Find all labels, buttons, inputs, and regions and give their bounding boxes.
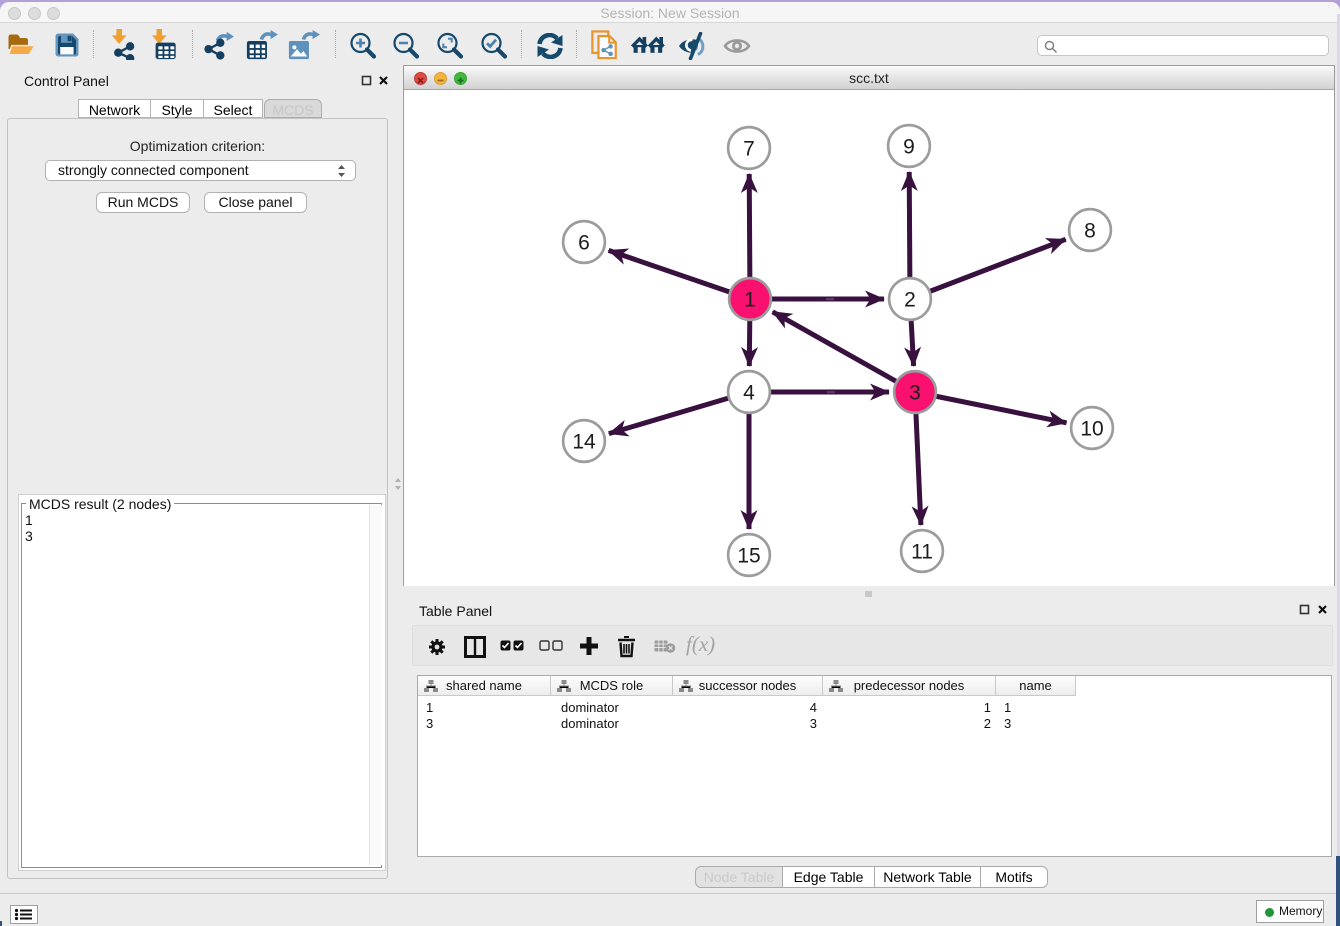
svg-text:3: 3 bbox=[909, 382, 921, 405]
svg-text:15: 15 bbox=[737, 545, 760, 568]
svg-text:6: 6 bbox=[578, 232, 590, 255]
svg-text:2: 2 bbox=[904, 289, 916, 312]
svg-text:1: 1 bbox=[744, 289, 756, 312]
svg-text:11: 11 bbox=[911, 541, 933, 564]
svg-text:4: 4 bbox=[743, 382, 755, 405]
svg-text:14: 14 bbox=[572, 431, 596, 454]
svg-text:7: 7 bbox=[743, 138, 755, 161]
svg-text:10: 10 bbox=[1080, 418, 1103, 441]
svg-text:8: 8 bbox=[1084, 220, 1096, 243]
svg-text:9: 9 bbox=[903, 136, 915, 159]
